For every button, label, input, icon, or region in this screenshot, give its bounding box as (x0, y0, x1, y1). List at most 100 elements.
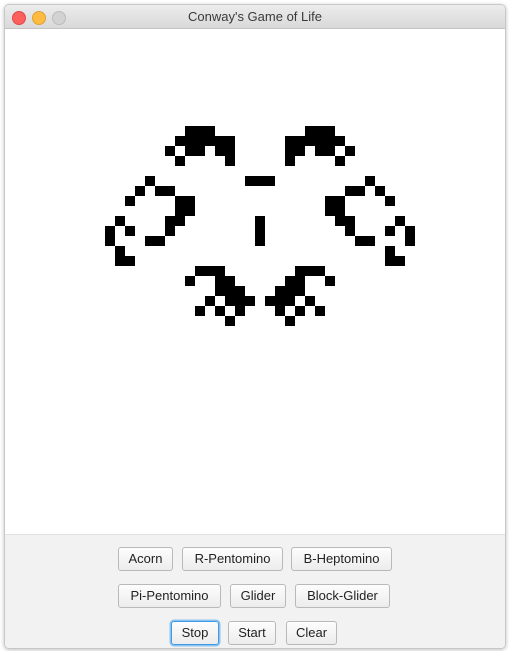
live-cell (175, 156, 185, 166)
live-cell (205, 296, 215, 306)
live-cell (225, 146, 235, 156)
live-cell (245, 176, 255, 186)
live-cell (285, 156, 295, 166)
live-cell (215, 306, 225, 316)
live-cell (355, 186, 365, 196)
live-cell (285, 286, 295, 296)
acorn-button[interactable]: Acorn (118, 547, 173, 571)
live-cell (135, 186, 145, 196)
live-cell (155, 186, 165, 196)
pi-pentomino-button[interactable]: Pi-Pentomino (118, 584, 221, 608)
live-cell (185, 196, 195, 206)
live-cell (255, 216, 265, 226)
r-pentomino-button[interactable]: R-Pentomino (182, 547, 283, 571)
live-cell (105, 236, 115, 246)
live-cell (405, 236, 415, 246)
live-cell (305, 126, 315, 136)
live-cell (315, 146, 325, 156)
live-cell (235, 306, 245, 316)
live-cell (385, 196, 395, 206)
live-cell (345, 226, 355, 236)
live-cell (365, 176, 375, 186)
live-cell (195, 146, 205, 156)
live-cell (335, 206, 345, 216)
live-cell (285, 296, 295, 306)
live-cell (215, 146, 225, 156)
block-glider-button[interactable]: Block-Glider (295, 584, 390, 608)
stop-button[interactable]: Stop (171, 621, 219, 645)
live-cell (335, 156, 345, 166)
live-cell (185, 136, 195, 146)
live-cell (355, 236, 365, 246)
live-cell (325, 206, 335, 216)
control-panel: Acorn R-Pentomino B-Heptomino Pi-Pentomi… (5, 534, 505, 648)
clear-button[interactable]: Clear (286, 621, 337, 645)
live-cell (275, 306, 285, 316)
live-cell (215, 276, 225, 286)
live-cell (315, 126, 325, 136)
live-cell (115, 256, 125, 266)
live-cell (175, 136, 185, 146)
live-cell (285, 136, 295, 146)
live-cell (285, 276, 295, 286)
live-cell (385, 256, 395, 266)
live-cell (115, 216, 125, 226)
live-cell (325, 276, 335, 286)
title-bar[interactable]: Conway's Game of Life (5, 5, 505, 29)
live-cell (225, 156, 235, 166)
app-window: Conway's Game of Life Acorn R-Pentomino … (4, 4, 506, 649)
live-cell (315, 136, 325, 146)
live-cell (335, 196, 345, 206)
live-cell (305, 266, 315, 276)
live-cell (375, 186, 385, 196)
live-cell (405, 226, 415, 236)
live-cell (395, 256, 405, 266)
live-cell (225, 296, 235, 306)
live-cell (235, 286, 245, 296)
live-cell (295, 146, 305, 156)
live-cell (295, 306, 305, 316)
live-cell (165, 146, 175, 156)
live-cell (315, 266, 325, 276)
game-grid-canvas[interactable] (5, 29, 505, 534)
live-cell (265, 176, 275, 186)
live-cell (345, 216, 355, 226)
live-cell (335, 136, 345, 146)
live-cell (225, 136, 235, 146)
live-cell (345, 146, 355, 156)
live-cell (365, 236, 375, 246)
live-cell (325, 136, 335, 146)
live-cell (175, 216, 185, 226)
live-cell (345, 186, 355, 196)
live-cell (305, 296, 315, 306)
live-cell (335, 216, 345, 226)
live-cell (105, 226, 115, 236)
live-cell (145, 176, 155, 186)
live-cell (275, 286, 285, 296)
live-cell (225, 286, 235, 296)
live-cell (245, 296, 255, 306)
live-cell (255, 226, 265, 236)
live-cell (195, 266, 205, 276)
window-title: Conway's Game of Life (188, 9, 322, 24)
glider-button[interactable]: Glider (230, 584, 286, 608)
live-cell (325, 126, 335, 136)
live-cell (295, 266, 305, 276)
live-cell (295, 286, 305, 296)
live-cell (215, 266, 225, 276)
live-cell (165, 226, 175, 236)
b-heptomino-button[interactable]: B-Heptomino (291, 547, 392, 571)
live-cell (215, 286, 225, 296)
start-button[interactable]: Start (228, 621, 276, 645)
live-cell (295, 136, 305, 146)
live-cell (225, 316, 235, 326)
live-cell (205, 136, 215, 146)
live-cell (275, 296, 285, 306)
live-cell (165, 186, 175, 196)
live-cell (125, 256, 135, 266)
live-cell (115, 246, 125, 256)
live-cell (125, 196, 135, 206)
live-cell (205, 126, 215, 136)
live-cell (185, 146, 195, 156)
live-cell (175, 206, 185, 216)
